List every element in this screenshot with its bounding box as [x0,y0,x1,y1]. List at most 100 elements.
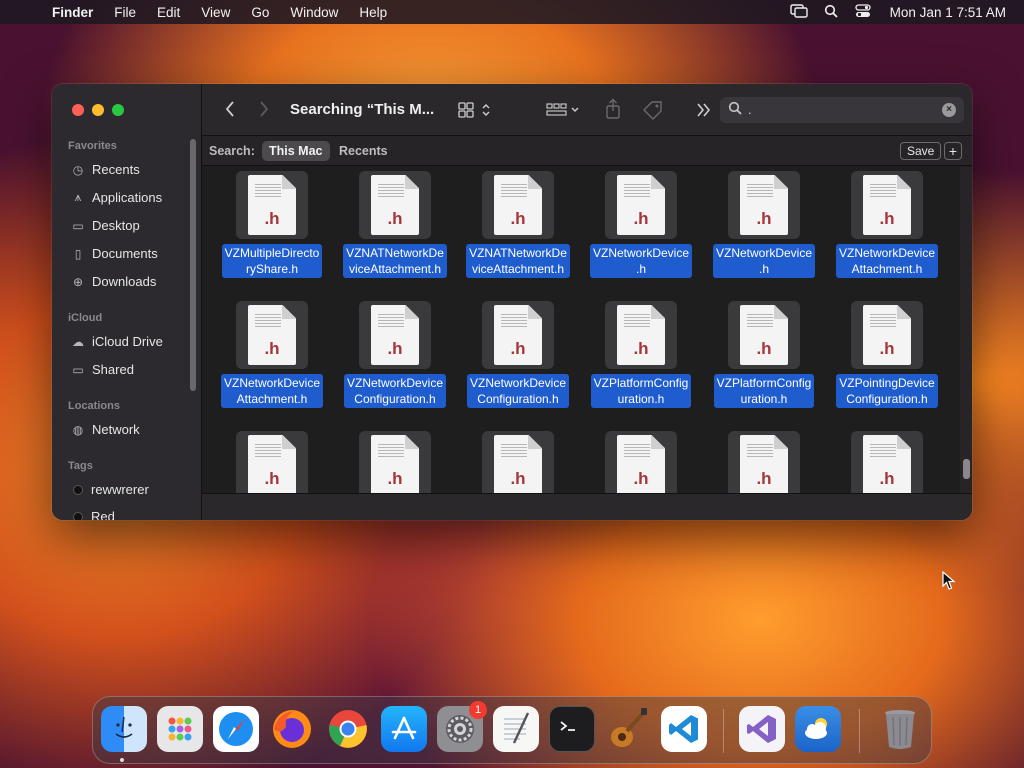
file-item[interactable]: .h VZPointingDevice Configuration.h [827,301,947,408]
header-file-icon: .h [359,171,431,239]
chrome-icon[interactable] [325,706,371,752]
system-settings-icon[interactable]: 1 [437,701,487,752]
menu-file[interactable]: File [114,5,136,20]
search-input[interactable]: . × [720,97,964,123]
file-name: VZNetworkDevice Attachment.h [220,374,324,408]
file-item[interactable]: .h VZNATNetworkDe viceAttachment.h [458,171,578,278]
file-item[interactable]: .h VZNetworkDevice Attachment.h [827,171,947,278]
forward-button[interactable] [258,100,270,123]
file-name-line: VZNATNetworkDe [346,246,444,260]
sidebar-heading-icloud: iCloud [68,312,103,324]
file-name: VZNetworkDevice Configuration.h [466,374,570,408]
file-name: VZNetworkDevice Configuration.h [343,374,447,408]
trash-icon[interactable] [877,706,923,752]
app-store-icon[interactable] [381,706,427,752]
file-name-line: VZNetworkDevice [223,376,321,390]
file-item[interactable]: .h VZNATNetworkDe viceAttachment.h [335,171,455,278]
visual-studio-icon[interactable] [739,706,785,752]
file-name: VZPointingDevice Configuration.h [836,374,938,408]
menu-window[interactable]: Window [290,5,338,20]
vscode-icon[interactable] [661,706,707,752]
sidebar-item-recents[interactable]: ◷ Recents [70,162,140,177]
tag-icon[interactable] [642,100,664,125]
file-grid-scrollbar[interactable] [960,167,972,493]
file-name-line: Attachment.h [851,262,923,276]
menu-edit[interactable]: Edit [157,5,180,20]
finder-icon[interactable] [101,706,147,752]
sidebar-item-label: Downloads [92,274,157,289]
header-file-icon: .h [728,431,800,493]
file-item[interactable]: .h [827,431,947,493]
file-item[interactable]: .h [458,431,578,493]
file-item[interactable]: .h [335,431,455,493]
safari-icon[interactable] [213,706,259,752]
file-name-line: Configuration.h [846,392,928,406]
header-file-icon: .h [359,301,431,369]
sidebar-item-icloud-drive[interactable]: ☁ iCloud Drive [70,334,163,349]
screen-mirroring-icon[interactable] [786,3,812,21]
sidebar-scrollbar[interactable] [190,139,196,391]
sidebar-item-applications[interactable]: ⩚ Applications [70,190,163,205]
sidebar-item-shared[interactable]: ▭ Shared [70,362,134,377]
header-file-icon: .h [359,431,431,493]
search-scope-bar: Search: This Mac Recents Save + [202,136,972,166]
firefox-icon[interactable] [269,706,315,752]
file-item[interactable]: .h VZPlatformConfig uration.h [581,301,701,408]
sidebar-item-documents[interactable]: ▯ Documents [70,246,158,261]
minimize-window-button[interactable] [92,104,104,116]
download-icon: ⊕ [72,274,84,289]
clear-search-icon[interactable]: × [942,103,956,117]
scrollbar-thumb[interactable] [963,459,970,479]
sidebar-heading-favorites: Favorites [68,140,117,152]
tag-dot-icon [73,511,83,520]
sidebar-item-tag-red[interactable]: Red [70,509,115,520]
file-item[interactable]: .h VZNetworkDevice Attachment.h [212,301,332,408]
sidebar-item-tag-rewwrerer[interactable]: rewwrerer [70,482,149,497]
more-toolbar-items-icon[interactable] [696,101,712,124]
zoom-window-button[interactable] [112,104,124,116]
close-window-button[interactable] [72,104,84,116]
file-name: VZPlatformConfig uration.h [590,374,692,408]
toolbar: Searching “This M... . × [202,84,972,136]
file-item[interactable]: .h VZNetworkDevice Configuration.h [458,301,578,408]
shared-folder-icon: ▭ [72,362,84,377]
menu-help[interactable]: Help [359,5,387,20]
file-name-line: Configuration.h [477,392,559,406]
file-item[interactable]: .h [581,431,701,493]
terminal-icon[interactable] [549,706,595,752]
weather-icon[interactable] [795,706,841,752]
header-file-icon: .h [236,171,308,239]
file-item[interactable]: .h VZNetworkDevice Configuration.h [335,301,455,408]
file-name: VZNetworkDevice .h [712,244,816,278]
launchpad-icon[interactable] [157,706,203,752]
save-search-button[interactable]: Save [900,142,942,160]
menu-finder[interactable]: Finder [52,5,93,20]
group-by-icon[interactable] [546,101,582,124]
menu-clock[interactable]: Mon Jan 1 7:51 AM [890,5,1006,20]
header-file-icon: .h [236,301,308,369]
header-file-icon: .h [605,171,677,239]
share-icon[interactable] [604,98,622,125]
sidebar-item-label: Shared [92,362,134,377]
back-button[interactable] [224,100,236,123]
scope-recents-button[interactable]: Recents [332,141,395,161]
guitar-icon[interactable] [605,706,651,752]
file-item[interactable]: .h [212,431,332,493]
control-center-icon[interactable] [850,3,876,21]
textedit-icon[interactable] [493,706,539,752]
file-item[interactable]: .h [704,431,824,493]
menu-view[interactable]: View [201,5,230,20]
file-item[interactable]: .h VZNetworkDevice .h [581,171,701,278]
menu-go[interactable]: Go [251,5,269,20]
sidebar-item-network[interactable]: ◍ Network [70,422,140,437]
sidebar-item-desktop[interactable]: ▭ Desktop [70,218,139,233]
file-item[interactable]: .h VZPlatformConfig uration.h [704,301,824,408]
scope-this-mac-button[interactable]: This Mac [262,141,330,161]
icon-view-icon[interactable] [458,101,494,124]
file-item[interactable]: .h VZNetworkDevice .h [704,171,824,278]
sidebar-item-downloads[interactable]: ⊕ Downloads [70,274,156,289]
add-criteria-button[interactable]: + [944,142,962,160]
file-item[interactable]: .h VZMultipleDirecto ryShare.h [212,171,332,278]
document-icon: ▯ [74,246,82,261]
spotlight-search-icon[interactable] [818,4,844,21]
